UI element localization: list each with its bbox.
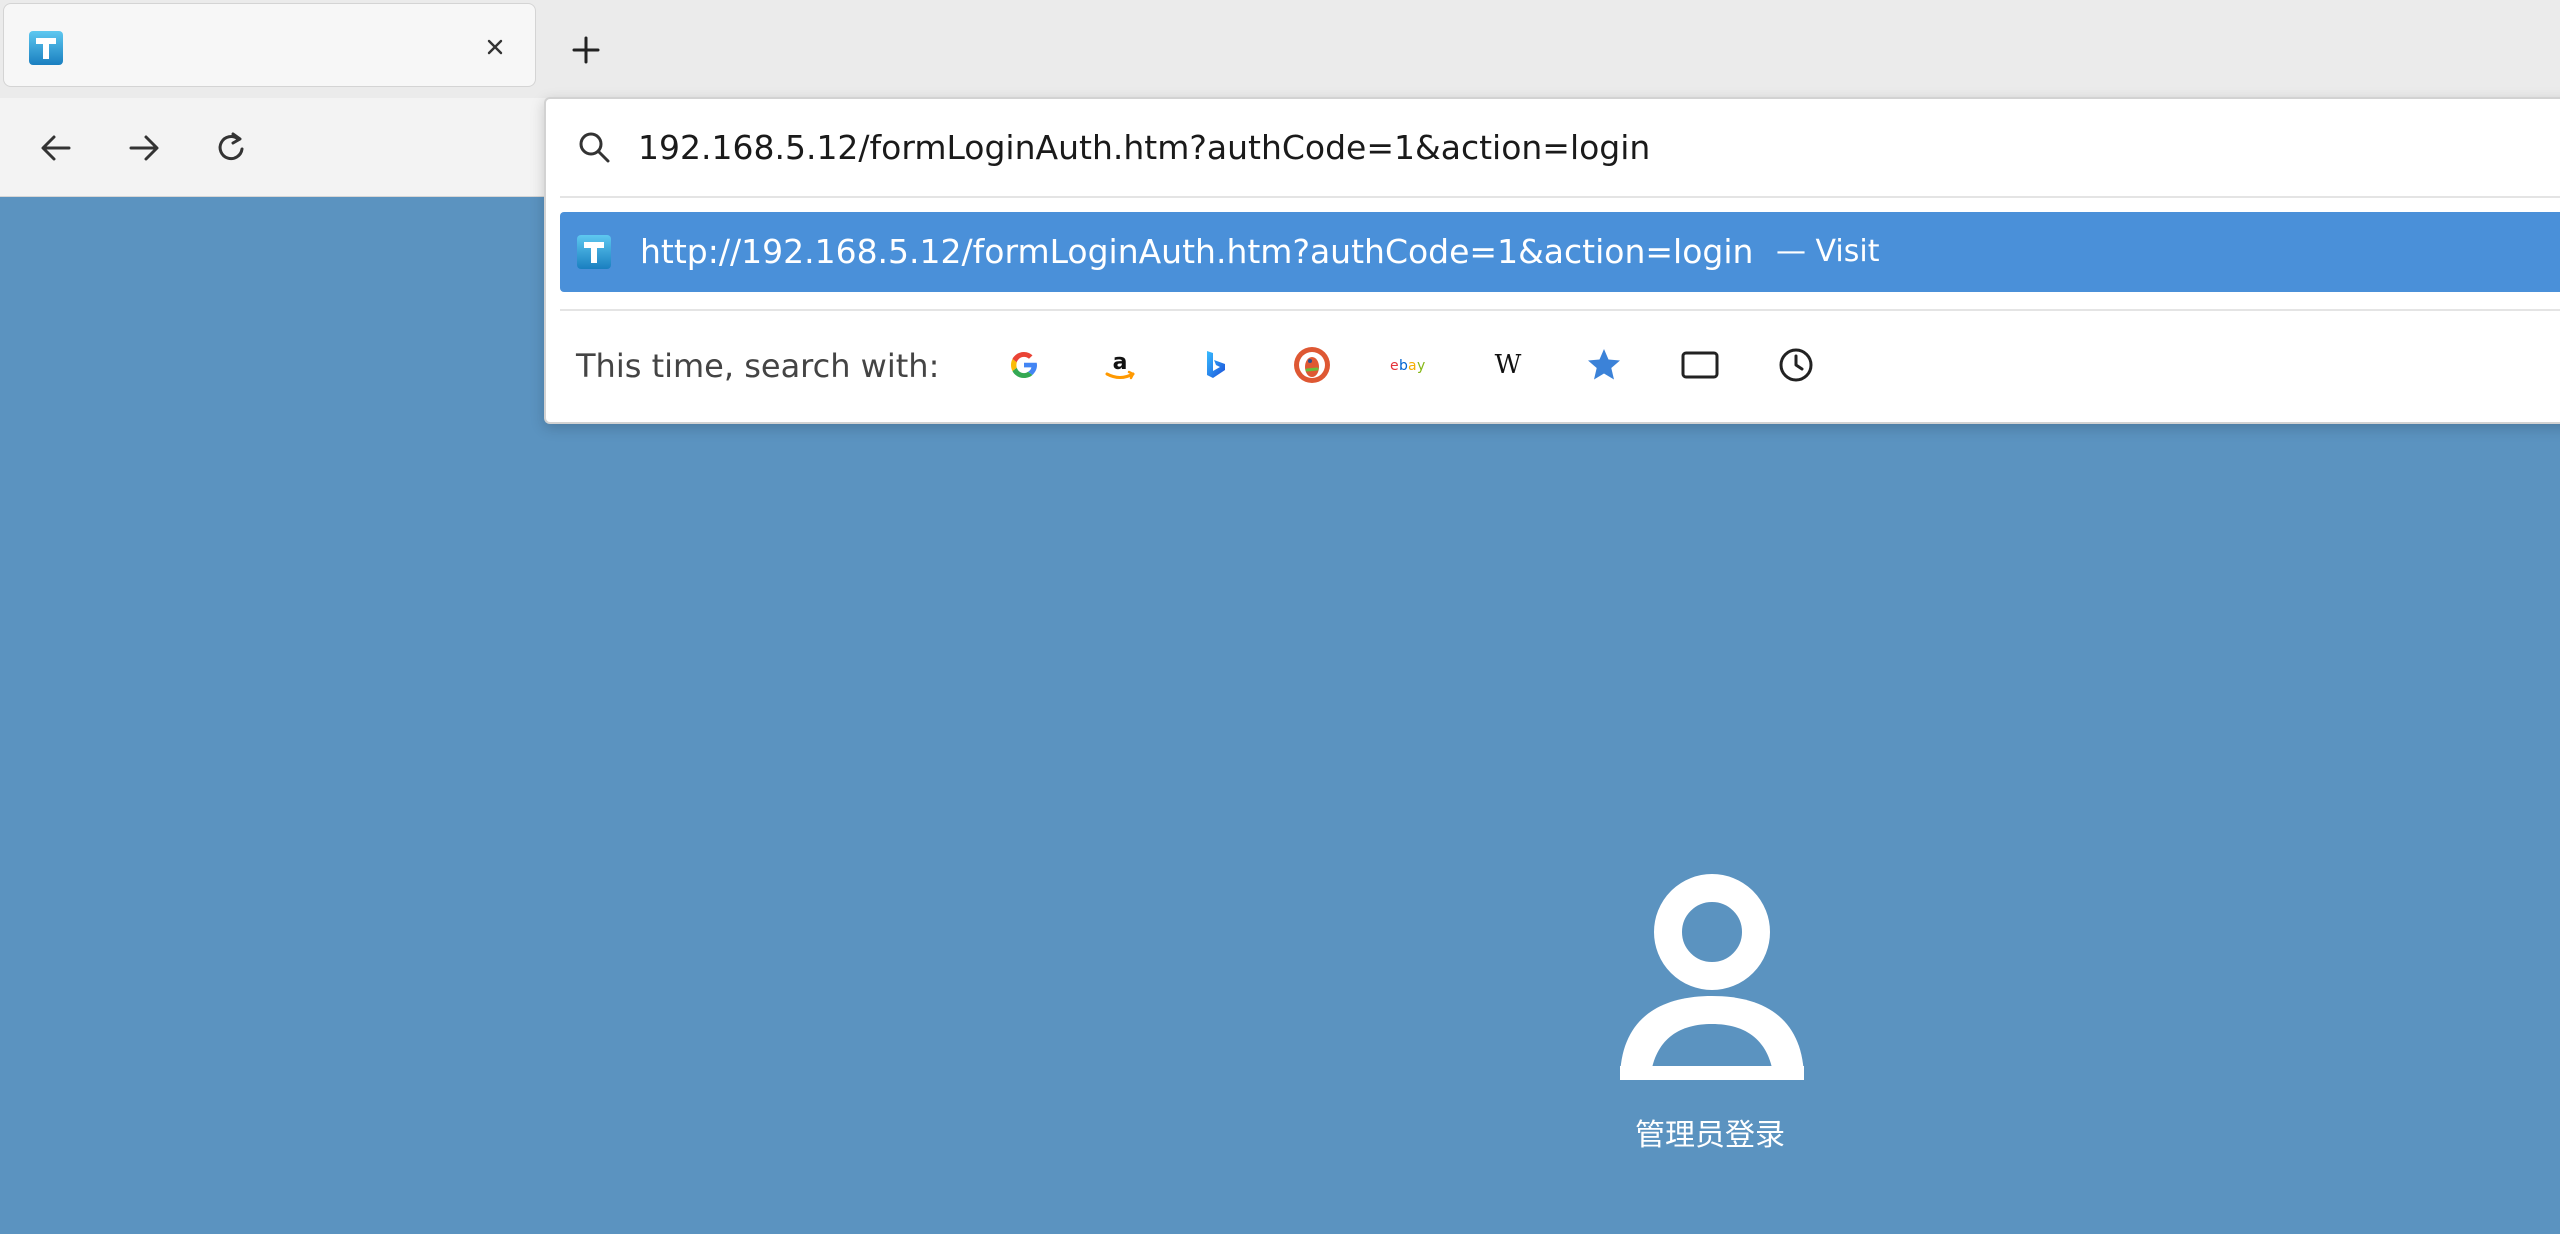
divider — [560, 309, 2560, 311]
svg-text:b: b — [1399, 358, 1408, 374]
suggestion-action-label: — Visit — [1776, 234, 1880, 269]
url-bar-dropdown: http://192.168.5.12/formLoginAuth.htm?au… — [544, 97, 2560, 424]
divider — [560, 196, 2560, 198]
admin-login-panel[interactable]: 管理员登录 — [1570, 860, 1850, 1160]
url-input-row — [546, 99, 2560, 195]
arrow-left-icon[interactable] — [36, 128, 76, 168]
search-with-label: This time, search with: — [576, 347, 940, 385]
bookmarks-star-icon[interactable] — [1576, 337, 1632, 393]
search-icon — [576, 129, 612, 169]
close-icon[interactable] — [480, 32, 510, 62]
user-icon[interactable] — [1618, 870, 1806, 1086]
t-logo-icon — [576, 234, 612, 274]
wikipedia-icon[interactable]: W — [1480, 337, 1536, 393]
google-icon[interactable] — [996, 337, 1052, 393]
browser-tab[interactable] — [3, 3, 536, 87]
arrow-right-icon[interactable] — [124, 128, 164, 168]
svg-text:W: W — [1495, 350, 1522, 380]
svg-text:e: e — [1390, 358, 1399, 374]
url-input[interactable] — [638, 123, 2438, 171]
amazon-icon[interactable]: a — [1092, 337, 1148, 393]
plus-icon[interactable] — [566, 30, 606, 70]
admin-login-label[interactable]: 管理员登录 — [1570, 1110, 1850, 1154]
tabs-icon[interactable] — [1672, 337, 1728, 393]
history-clock-icon[interactable] — [1768, 337, 1824, 393]
svg-text:a: a — [1408, 358, 1417, 374]
url-suggestion-visit[interactable]: http://192.168.5.12/formLoginAuth.htm?au… — [560, 212, 2560, 292]
suggestion-url: http://192.168.5.12/formLoginAuth.htm?au… — [640, 232, 1754, 271]
t-logo-icon — [28, 30, 64, 70]
svg-text:y: y — [1417, 358, 1425, 374]
bing-icon[interactable] — [1188, 337, 1244, 393]
reload-icon[interactable] — [211, 128, 251, 168]
tab-strip — [0, 0, 2560, 98]
svg-text:a: a — [1113, 350, 1128, 375]
duckduckgo-icon[interactable] — [1284, 337, 1340, 393]
ebay-icon[interactable]: e b a y — [1384, 337, 1440, 393]
